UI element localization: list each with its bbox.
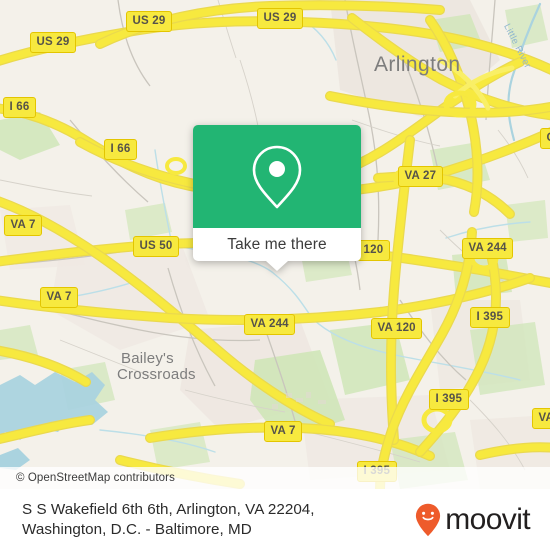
attribution-text[interactable]: © OpenStreetMap contributors — [0, 472, 175, 484]
road-shield[interactable]: G — [540, 128, 550, 149]
take-me-there-label: Take me there — [227, 235, 327, 253]
road-shield[interactable]: US 29 — [126, 11, 172, 32]
place-label-crossroads: Crossroads — [117, 366, 196, 383]
moovit-logo[interactable]: moovit — [415, 503, 536, 537]
destination-callout-card[interactable]: Take me there — [193, 125, 361, 271]
map-pin-icon — [252, 145, 302, 208]
road-shield[interactable]: VA 244 — [244, 314, 296, 335]
road-shield[interactable]: US 50 — [133, 236, 179, 257]
map-canvas[interactable]: .hw { fill:none; stroke:#f7e93f; stroke-… — [0, 0, 550, 489]
place-label-arlington: Arlington — [374, 53, 461, 76]
road-shield[interactable]: I 66 — [104, 139, 137, 160]
map-attribution-bar: © OpenStreetMap contributors — [0, 467, 550, 489]
road-shield[interactable]: VA 27 — [398, 166, 443, 187]
road-shield[interactable]: VA 7 — [4, 215, 43, 236]
place-label-baileys: Bailey's — [121, 350, 174, 367]
road-shield[interactable]: US 29 — [257, 8, 303, 29]
road-shield[interactable]: I 395 — [429, 389, 469, 410]
road-shield[interactable]: 120 — [357, 240, 390, 261]
road-shield[interactable]: VA 244 — [462, 238, 514, 259]
road-shield[interactable]: I 395 — [470, 307, 510, 328]
callout-header — [193, 125, 361, 228]
road-shield[interactable]: I 66 — [3, 97, 36, 118]
address-block: S S Wakefield 6th 6th, Arlington, VA 222… — [22, 500, 315, 540]
road-shield[interactable]: VA 120 — [371, 318, 423, 339]
road-shield[interactable]: VA 7 — [40, 287, 79, 308]
moovit-smiley-pin-icon — [416, 503, 441, 536]
road-shield[interactable]: US 29 — [30, 32, 76, 53]
footer-bar: S S Wakefield 6th 6th, Arlington, VA 222… — [0, 489, 550, 550]
moovit-map-screenshot: .hw { fill:none; stroke:#f7e93f; stroke-… — [0, 0, 550, 550]
callout-footer[interactable]: Take me there — [193, 228, 361, 261]
callout-tail — [266, 261, 288, 271]
moovit-wordmark: moovit — [445, 502, 530, 536]
address-line-1: S S Wakefield 6th 6th, Arlington, VA 222… — [22, 500, 315, 518]
road-shield[interactable]: VA 7 — [264, 421, 303, 442]
road-shield[interactable]: VA — [532, 408, 550, 429]
address-line-2: Washington, D.C. - Baltimore, MD — [22, 520, 252, 538]
